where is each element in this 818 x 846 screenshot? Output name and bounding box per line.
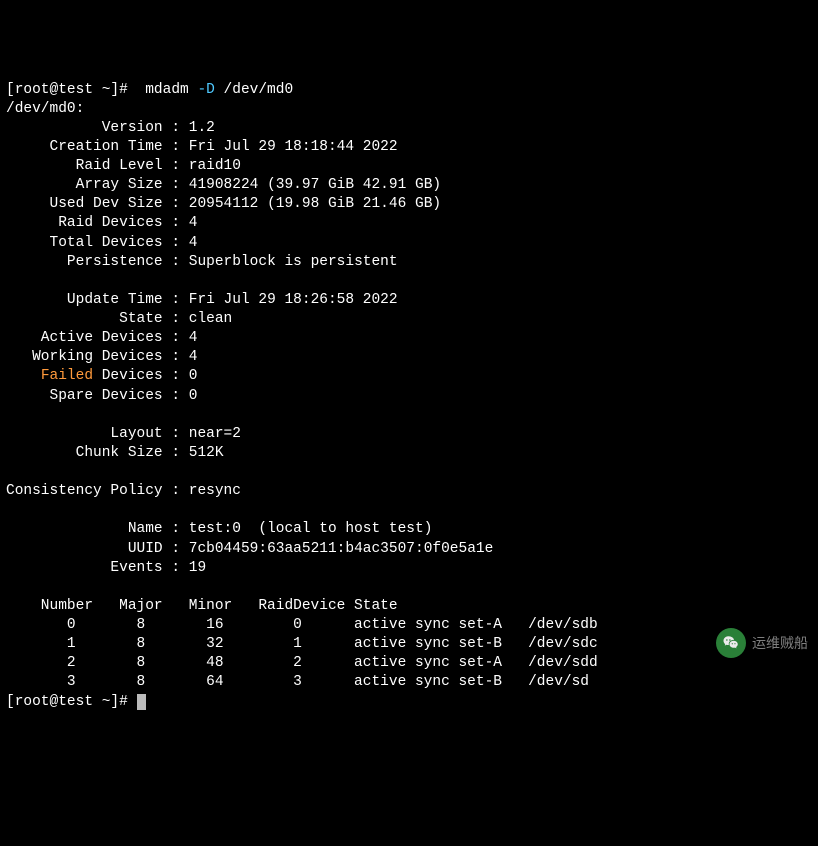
device-header: /dev/md0: xyxy=(6,101,84,117)
cursor-block xyxy=(137,694,146,710)
row-version: Version : 1.2 xyxy=(6,120,215,136)
row-array-size: Array Size : 41908224 (39.97 GiB 42.91 G… xyxy=(6,177,441,193)
table-row: 0 8 16 0 active sync set-A /dev/sdb xyxy=(6,617,598,633)
terminal-output: [root@test ~]# mdadm -D /dev/md0 /dev/md… xyxy=(6,81,812,712)
table-row: 3 8 64 3 active sync set-B /dev/sd xyxy=(6,674,589,690)
row-chunk-size: Chunk Size : 512K xyxy=(6,445,224,461)
row-raid-level: Raid Level : raid10 xyxy=(6,158,241,174)
failed-word: Failed xyxy=(41,368,93,384)
row-state: State : clean xyxy=(6,311,232,327)
row-layout: Layout : near=2 xyxy=(6,426,241,442)
cmd-flag: -D xyxy=(197,82,214,98)
shell-prompt[interactable]: [root@test ~]# mdadm -D /dev/md0 xyxy=(6,82,293,98)
row-update-time: Update Time : Fri Jul 29 18:26:58 2022 xyxy=(6,292,398,308)
row-name: Name : test:0 (local to host test) xyxy=(6,521,432,537)
device-table-header: Number Major Minor RaidDevice State xyxy=(6,598,398,614)
row-active-devices: Active Devices : 4 xyxy=(6,330,197,346)
row-consistency-policy: Consistency Policy : resync xyxy=(6,483,241,499)
row-spare-devices: Spare Devices : 0 xyxy=(6,388,197,404)
row-creation-time: Creation Time : Fri Jul 29 18:18:44 2022 xyxy=(6,139,398,155)
row-uuid: UUID : 7cb04459:63aa5211:b4ac3507:0f0e5a… xyxy=(6,541,493,557)
row-total-devices: Total Devices : 4 xyxy=(6,235,197,251)
table-row: 2 8 48 2 active sync set-A /dev/sdd xyxy=(6,655,598,671)
table-row: 1 8 32 1 active sync set-B /dev/sdc xyxy=(6,636,598,652)
wechat-icon xyxy=(716,628,746,658)
row-raid-devices: Raid Devices : 4 xyxy=(6,215,197,231)
watermark: 运维贼船 xyxy=(716,628,808,658)
row-failed-devices: Failed Devices : 0 xyxy=(6,368,197,384)
row-events: Events : 19 xyxy=(6,560,206,576)
row-persistence: Persistence : Superblock is persistent xyxy=(6,254,398,270)
watermark-text: 运维贼船 xyxy=(752,634,808,652)
shell-prompt[interactable]: [root@test ~]# xyxy=(6,694,146,710)
row-working-devices: Working Devices : 4 xyxy=(6,349,197,365)
row-used-dev-size: Used Dev Size : 20954112 (19.98 GiB 21.4… xyxy=(6,196,441,212)
